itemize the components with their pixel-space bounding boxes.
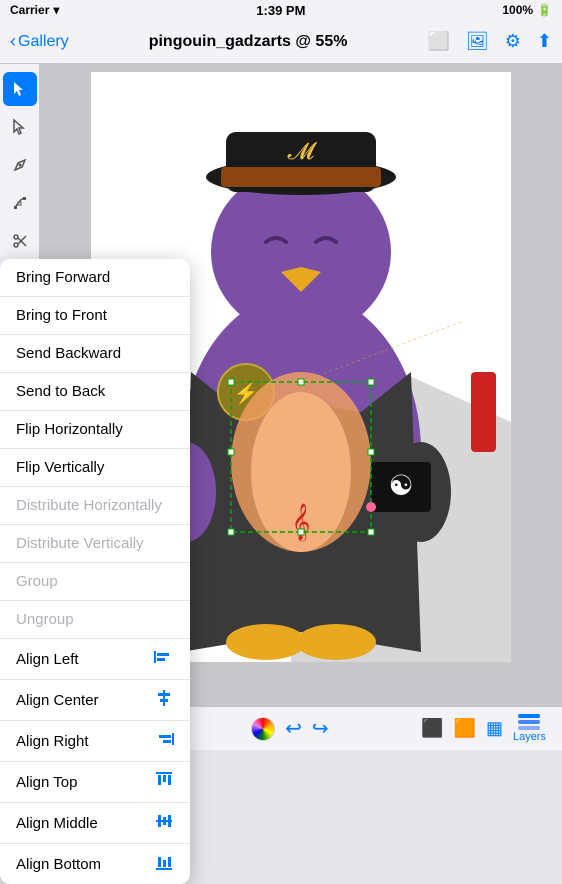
pen-tool-button[interactable] [3, 148, 37, 182]
canvas-resize-icon[interactable]: ⬜ [427, 31, 449, 52]
back-chevron-icon: ‹ [10, 31, 16, 52]
align-center-item[interactable]: Align Center [40, 680, 190, 706]
pen-icon [11, 156, 29, 174]
nav-bar: ‹ Gallery pingouin_gadzarts @ 55% ⬜ 🖼 ⚙ … [0, 20, 562, 64]
group-label: Group [40, 573, 58, 590]
svg-text:☯: ☯ [388, 470, 413, 501]
bottom-tools: ↩ ↪ [251, 716, 329, 741]
square-panel-button[interactable]: ⬛ [421, 718, 443, 739]
send-backward-item[interactable]: Send Backward [40, 335, 190, 373]
flip-vertically-item[interactable]: Flip Vertically [40, 449, 190, 487]
node-icon [11, 194, 29, 212]
scissors-tool-button[interactable] [3, 224, 37, 258]
distribute-horizontally-label: Distribute Horizontally [40, 497, 162, 514]
nav-actions: ⬜ 🖼 ⚙ ⬆ [427, 31, 552, 52]
color-panel-button[interactable]: 🟧 [454, 718, 476, 739]
bring-to-front-item[interactable]: Bring to Front [40, 297, 190, 335]
align-left-icon [154, 649, 174, 669]
status-right: 100% 🔋 [502, 3, 552, 17]
align-center-label: Align Center [40, 692, 99, 707]
context-menu: Bring Forward Bring to Front Send Backwa… [40, 259, 190, 706]
layers-label: Layers [513, 731, 546, 743]
image-icon[interactable]: 🖼 [466, 31, 489, 52]
carrier-label: Carrier [10, 3, 49, 17]
select-tool-button[interactable] [3, 72, 37, 106]
flip-horizontally-item[interactable]: Flip Horizontally [40, 411, 190, 449]
subselect-tool-button[interactable] [3, 110, 37, 144]
battery-icon: 🔋 [537, 3, 552, 17]
gear-icon[interactable]: ⚙ [505, 31, 521, 52]
page-title: pingouin_gadzarts @ 55% [149, 33, 348, 51]
grid-panel-button[interactable]: ▦ [486, 718, 503, 739]
align-center-icon [154, 690, 174, 706]
scissors-icon [11, 232, 29, 250]
status-bar: Carrier ▾ 1:39 PM 100% 🔋 [0, 0, 562, 20]
canvas-area[interactable]: 𝓜 ⚡ [40, 64, 562, 706]
flip-vertically-label: Flip Vertically [40, 459, 104, 476]
distribute-vertically-label: Distribute Vertically [40, 535, 144, 552]
wifi-icon: ▾ [53, 3, 59, 17]
status-time: 1:39 PM [256, 3, 305, 18]
svg-text:𝓜: 𝓜 [288, 138, 318, 165]
share-icon[interactable]: ⬆ [537, 31, 552, 52]
ungroup-item: Ungroup [40, 601, 190, 639]
send-backward-label: Send Backward [40, 345, 121, 362]
layers-icon [518, 714, 540, 730]
back-button[interactable]: ‹ Gallery [10, 31, 69, 52]
bring-forward-item[interactable]: Bring Forward [40, 259, 190, 297]
redo-button[interactable]: ↪ [312, 716, 329, 741]
node-tool-button[interactable] [3, 186, 37, 220]
align-left-label: Align Left [40, 651, 79, 668]
send-to-back-item[interactable]: Send to Back [40, 373, 190, 411]
main-area: 𝓜 ⚡ [0, 64, 562, 706]
distribute-vertically-item: Distribute Vertically [40, 525, 190, 563]
subselect-cursor-icon [11, 118, 29, 136]
align-left-item[interactable]: Align Left [40, 639, 190, 680]
color-wheel-button[interactable] [251, 717, 275, 741]
group-item: Group [40, 563, 190, 601]
bottom-panels: ⬛ 🟧 ▦ Layers [421, 714, 546, 743]
distribute-horizontally-item: Distribute Horizontally [40, 487, 190, 525]
battery-label: 100% [502, 3, 533, 17]
send-to-back-label: Send to Back [40, 383, 105, 400]
status-left: Carrier ▾ [10, 3, 59, 17]
back-label[interactable]: Gallery [18, 33, 69, 51]
ungroup-label: Ungroup [40, 611, 74, 628]
select-cursor-icon [11, 80, 29, 98]
undo-button[interactable]: ↩ [285, 716, 302, 741]
layers-panel-button[interactable]: Layers [513, 714, 546, 743]
flip-horizontally-label: Flip Horizontally [40, 421, 123, 438]
bring-to-front-label: Bring to Front [40, 307, 107, 324]
bring-forward-label: Bring Forward [40, 269, 110, 286]
